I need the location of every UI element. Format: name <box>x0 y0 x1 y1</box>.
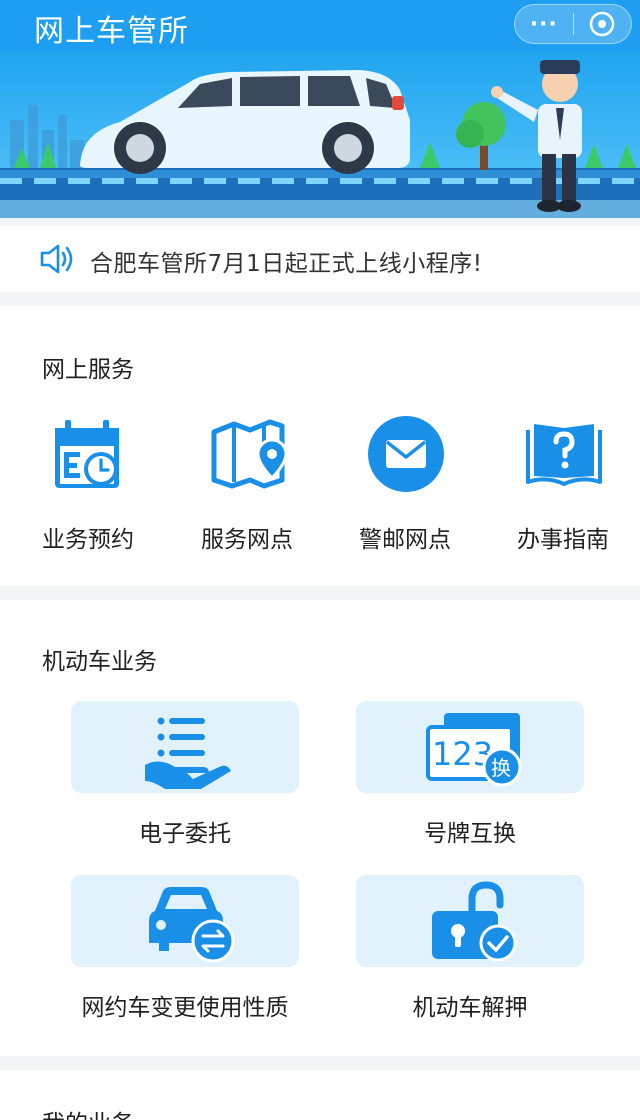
card-ride-hailing-change[interactable] <box>71 875 299 967</box>
card-label: 网约车变更使用性质 <box>81 995 289 1021</box>
banner-image[interactable] <box>0 50 640 218</box>
card-label: 电子委托 <box>139 821 231 847</box>
plate-swap-icon: 123 换 <box>426 713 522 787</box>
map-pin-icon <box>211 419 288 489</box>
section-title: 网上服务 <box>42 357 134 383</box>
miniprogram-capsule: ··· <box>514 4 632 44</box>
card-label: 号牌互换 <box>424 821 516 847</box>
book-question-icon <box>526 424 602 486</box>
service-appointment[interactable]: 业务预约 <box>18 414 158 564</box>
page-title: 网上车管所 <box>34 14 189 49</box>
swap-badge: 换 <box>491 756 511 780</box>
service-police-post[interactable]: 警邮网点 <box>335 414 475 564</box>
car-swap-icon <box>149 887 235 963</box>
card-label: 机动车解押 <box>412 995 528 1021</box>
my-services-section: 我的业务 <box>0 1070 640 1120</box>
service-guide[interactable]: 办事指南 <box>493 414 633 564</box>
service-outlets[interactable]: 服务网点 <box>177 414 317 564</box>
more-icon: ··· <box>529 11 558 37</box>
card-e-entrust[interactable] <box>71 701 299 793</box>
calendar-clock-icon <box>55 420 119 488</box>
section-title: 机动车业务 <box>42 649 157 675</box>
notice-bar[interactable]: 合肥车管所7月1日起正式上线小程序! <box>0 226 640 292</box>
service-label: 警邮网点 <box>359 527 451 553</box>
notice-text: 合肥车管所7月1日起正式上线小程序! <box>90 251 483 277</box>
service-label: 业务预约 <box>42 527 134 553</box>
online-services-section: 网上服务 业务预约 服务网点 警邮网点 办事指南 <box>0 306 640 586</box>
hand-list-icon <box>145 717 231 789</box>
card-plate-swap[interactable]: 123 换 <box>356 701 584 793</box>
close-button[interactable] <box>573 4 631 44</box>
section-title: 我的业务 <box>42 1104 134 1120</box>
card-vehicle-release[interactable] <box>356 875 584 967</box>
mail-icon <box>368 416 444 492</box>
close-icon <box>589 11 615 37</box>
speaker-icon <box>40 244 73 274</box>
vehicle-services-section: 机动车业务 电子委托 123 换 号牌互换 网约车变更使用性质 机动车解押 <box>0 600 640 1056</box>
service-label: 办事指南 <box>517 527 609 553</box>
more-button[interactable]: ··· <box>515 4 573 44</box>
app-header: 网上车管所 ··· <box>0 0 640 50</box>
unlock-icon <box>432 881 517 962</box>
banner-illustration <box>0 50 640 218</box>
service-label: 服务网点 <box>201 527 293 553</box>
